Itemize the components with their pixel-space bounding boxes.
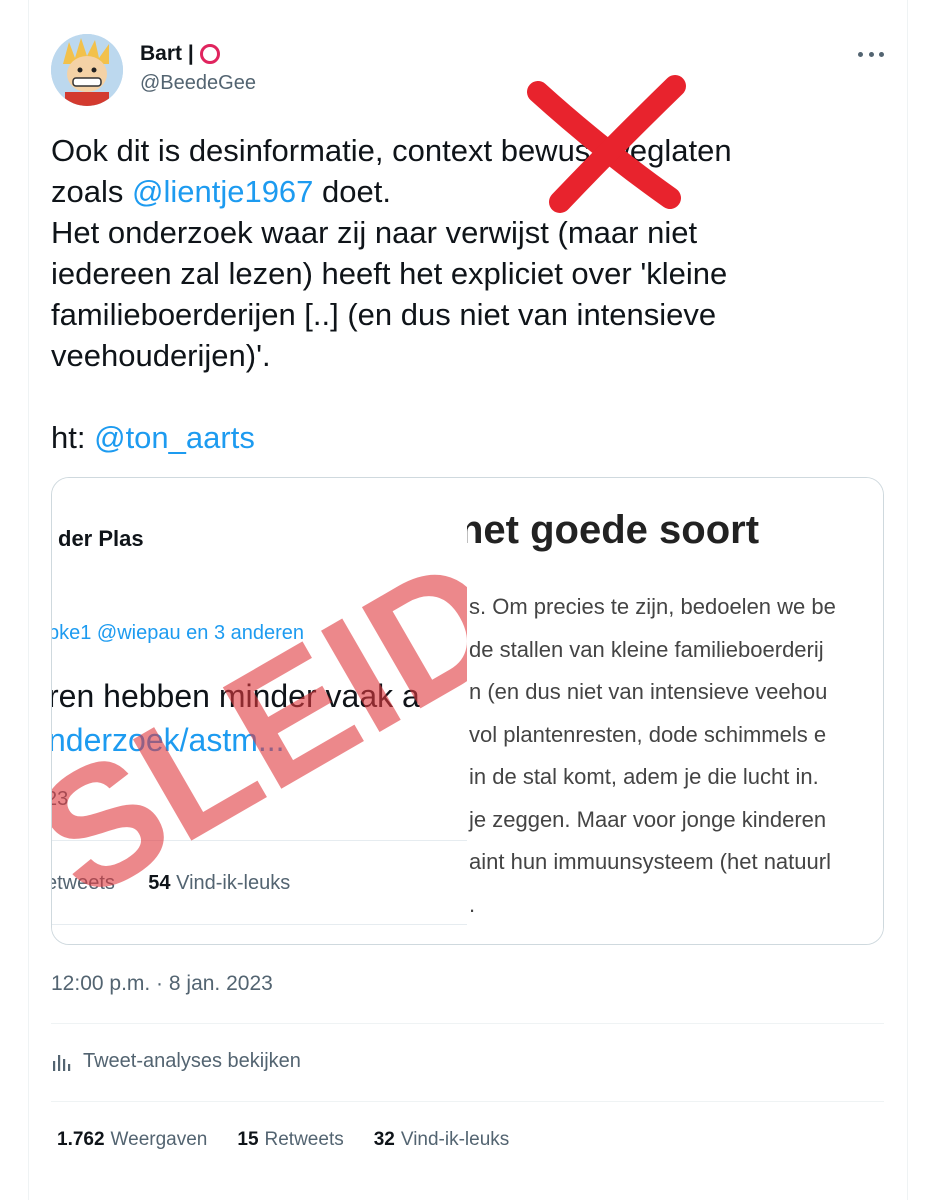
author-display-name[interactable]: Bart | [140, 42, 220, 66]
divider [51, 1023, 884, 1024]
ht-label: ht: [51, 420, 95, 455]
views-label: Weergaven [110, 1129, 208, 1150]
article-line: n (en dus niet van intensieve veehou [469, 679, 828, 704]
likes-label: Vind-ik-leuks [400, 1129, 510, 1150]
article-line: in de stal komt, adem je die lucht in. [469, 764, 819, 789]
views-count: 1.762 [57, 1129, 105, 1150]
article-line: . [469, 891, 476, 917]
left-shot-stats: etweets 54 Vind-ik-leuks [52, 872, 290, 895]
red-ring-icon [199, 44, 220, 64]
tweet-line-3: Het onderzoek waar zij naar verwijst (ma… [51, 215, 698, 250]
tweet-text: Ook dit is desinformatie, context bewust… [51, 130, 841, 458]
screenshot-right-article: net goede soort s. Om precies te zijn, b… [467, 478, 883, 944]
tweet-line-4: iedereen zal lezen) heeft het expliciet … [51, 256, 728, 291]
left-shot-likes-label: Vind-ik-leuks [176, 872, 291, 894]
avatar-image [51, 34, 123, 106]
likes-stat[interactable]: 32 Vind-ik-leuks [374, 1129, 510, 1151]
article-line: de stallen van kleine familieboerderij [469, 636, 824, 662]
avatar[interactable] [51, 34, 123, 106]
tweet-line-2b: doet. [313, 174, 391, 209]
likes-count: 32 [373, 1129, 395, 1150]
article-line: s. Om precies te zijn, bedoelen we be [469, 594, 836, 619]
tweet-media-image[interactable]: der Plas pke1 @wiepau en 3 anderen ren h… [51, 477, 884, 945]
retweets-label: Retweets [264, 1129, 344, 1150]
screenshot-left-tweet: der Plas pke1 @wiepau en 3 anderen ren h… [52, 478, 467, 944]
left-shot-divider [52, 840, 467, 841]
mention-ton-aarts[interactable]: @ton_aarts [94, 420, 255, 455]
author-name-text: Bart | [140, 42, 194, 65]
tweet-analytics-link[interactable]: Tweet-analyses bekijken [51, 1050, 301, 1073]
article-line: je zeggen. Maar voor jonge kinderen [469, 806, 827, 832]
tweet-line-5: familieboerderijen [..] (en dus niet van… [51, 297, 717, 332]
left-shot-text: ren hebben minder vaak a [52, 678, 420, 714]
author-handle[interactable]: @BeedeGee [140, 72, 256, 95]
left-shot-divider-bottom [52, 924, 467, 925]
left-shot-likes-count: 54 [148, 872, 171, 894]
mention-lientje1967[interactable]: @lientje1967 [132, 174, 313, 209]
article-body: s. Om precies te zijn, bedoelen we be de… [469, 586, 836, 926]
left-shot-retweets-label: etweets [52, 872, 115, 894]
left-shot-name: der Plas [58, 526, 144, 551]
engagement-stats: 1.762 Weergaven 15 Retweets 32 Vind-ik-leuk… [57, 1129, 509, 1151]
left-shot-link: nderzoek/astm... [52, 722, 285, 758]
tweet-timestamp[interactable]: 12:00 p.m. · 8 jan. 2023 [51, 972, 273, 996]
article-line: aint hun immuunsysteem (het natuurl [469, 849, 831, 874]
article-line: vol plantenresten, dode schimmels e [469, 721, 827, 747]
retweets-stat[interactable]: 15 Retweets [237, 1129, 343, 1151]
analytics-label: Tweet-analyses bekijken [83, 1050, 301, 1072]
retweets-count: 15 [237, 1129, 259, 1150]
more-options-icon[interactable] [858, 48, 884, 60]
divider [51, 1101, 884, 1102]
tweet-line-2a: zoals [51, 174, 132, 209]
left-shot-liked-by: pke1 @wiepau en 3 anderen [52, 622, 305, 644]
views-stat: 1.762 Weergaven [57, 1129, 207, 1151]
tweet-line-1: Ook dit is desinformatie, context bewust… [51, 133, 732, 168]
analytics-icon [53, 1054, 71, 1071]
article-heading: net goede soort [467, 508, 760, 552]
tweet-line-6: veehouderijen)'. [51, 338, 271, 373]
left-shot-count: 23 [52, 788, 69, 810]
